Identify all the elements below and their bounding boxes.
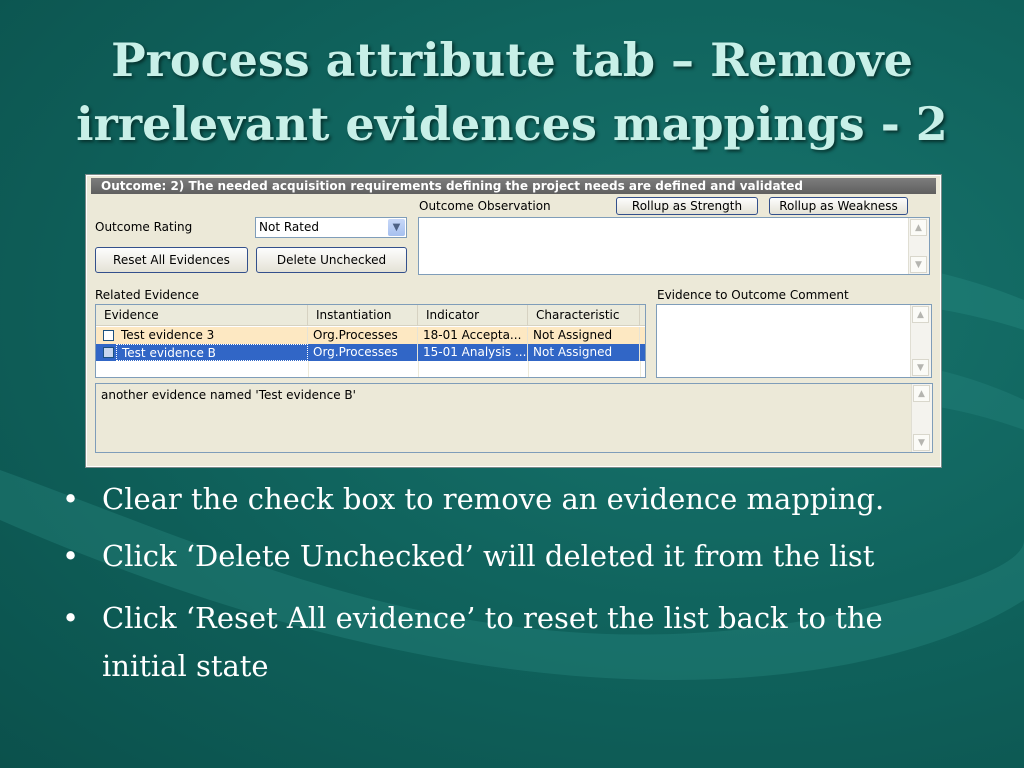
characteristic-cell: Not Assigned [528, 327, 640, 344]
bullet-dot-icon: • [62, 539, 80, 573]
outcome-rating-select[interactable]: Not Rated ▼ [255, 217, 407, 238]
chevron-down-icon[interactable]: ▼ [913, 434, 930, 451]
related-evidence-label: Related Evidence [95, 288, 199, 302]
rollup-strength-button[interactable]: Rollup as Strength [616, 197, 758, 215]
evidence-description-box[interactable]: another evidence named 'Test evidence B'… [95, 383, 933, 453]
evidence-description-text: another evidence named 'Test evidence B' [101, 388, 356, 402]
chevron-down-icon[interactable]: ▼ [912, 359, 929, 376]
chevron-up-icon[interactable]: ▲ [913, 385, 930, 402]
column-header-characteristic[interactable]: Characteristic [528, 305, 640, 325]
column-header-indicator[interactable]: Indicator [418, 305, 528, 325]
bullet-list: • Clear the check box to remove an evide… [62, 480, 962, 709]
table-row[interactable]: Test evidence B Org.Processes 15-01 Anal… [96, 344, 645, 361]
bullet-item: • Click ‘Reset All evidence’ to reset th… [62, 594, 962, 690]
column-header-evidence[interactable]: Evidence [96, 305, 308, 325]
instantiation-cell: Org.Processes [308, 344, 418, 361]
bullet-text: Click ‘Delete Unchecked’ will deleted it… [102, 539, 875, 573]
process-attribute-panel: Outcome: 2) The needed acquisition requi… [86, 175, 941, 467]
chevron-down-icon[interactable]: ▼ [910, 256, 927, 273]
grid-line [640, 361, 641, 377]
comment-scrollbar[interactable]: ▲ ▼ [910, 305, 931, 377]
reset-all-evidences-button[interactable]: Reset All Evidences [95, 247, 248, 273]
slide-title: Process attribute tab – Remove irrelevan… [40, 28, 984, 156]
chevron-down-icon[interactable]: ▼ [388, 219, 405, 236]
rollup-weakness-button[interactable]: Rollup as Weakness [769, 197, 908, 215]
table-row[interactable]: Test evidence 3 Org.Processes 18-01 Acce… [96, 327, 645, 344]
evidence-checkbox[interactable] [103, 330, 114, 341]
grid-line [418, 361, 419, 377]
instantiation-cell: Org.Processes [308, 327, 418, 344]
title-line-1: Process attribute tab – Remove [111, 33, 913, 87]
evidence-comment-label: Evidence to Outcome Comment [657, 288, 849, 302]
table-header: Evidence Instantiation Indicator Charact… [96, 305, 645, 326]
column-header-instantiation[interactable]: Instantiation [308, 305, 418, 325]
related-evidence-table: Evidence Instantiation Indicator Charact… [95, 304, 646, 378]
chevron-up-icon[interactable]: ▲ [910, 219, 927, 236]
delete-unchecked-button[interactable]: Delete Unchecked [256, 247, 407, 273]
evidence-comment-textarea[interactable]: ▲ ▼ [656, 304, 932, 378]
description-scrollbar[interactable]: ▲ ▼ [911, 384, 932, 452]
grid-line [528, 361, 529, 377]
indicator-cell: 15-01 Analysis ... [418, 344, 528, 361]
evidence-cell: Test evidence B [116, 344, 308, 361]
evidence-checkbox[interactable] [103, 347, 114, 358]
evidence-cell: Test evidence 3 [116, 327, 308, 344]
bullet-item: • Clear the check box to remove an evide… [62, 480, 962, 518]
bullet-dot-icon: • [62, 482, 80, 516]
outcome-observation-textarea[interactable]: ▲ ▼ [418, 217, 930, 275]
bullet-item: • Click ‘Delete Unchecked’ will deleted … [62, 537, 962, 575]
chevron-up-icon[interactable]: ▲ [912, 306, 929, 323]
title-line-2: irrelevant evidences mappings - 2 [76, 97, 948, 151]
outcome-observation-label: Outcome Observation [419, 199, 551, 213]
outcome-rating-value: Not Rated [259, 220, 319, 234]
bullet-dot-icon: • [62, 601, 80, 635]
bullet-text: Clear the check box to remove an evidenc… [102, 482, 885, 516]
indicator-cell: 18-01 Accepta... [418, 327, 528, 344]
characteristic-cell: Not Assigned [528, 344, 640, 361]
bullet-text: Click ‘Reset All evidence’ to reset the … [102, 601, 883, 683]
observation-scrollbar[interactable]: ▲ ▼ [908, 218, 929, 274]
outcome-header: Outcome: 2) The needed acquisition requi… [91, 178, 936, 194]
outcome-rating-label: Outcome Rating [95, 220, 193, 234]
grid-line [308, 361, 309, 377]
